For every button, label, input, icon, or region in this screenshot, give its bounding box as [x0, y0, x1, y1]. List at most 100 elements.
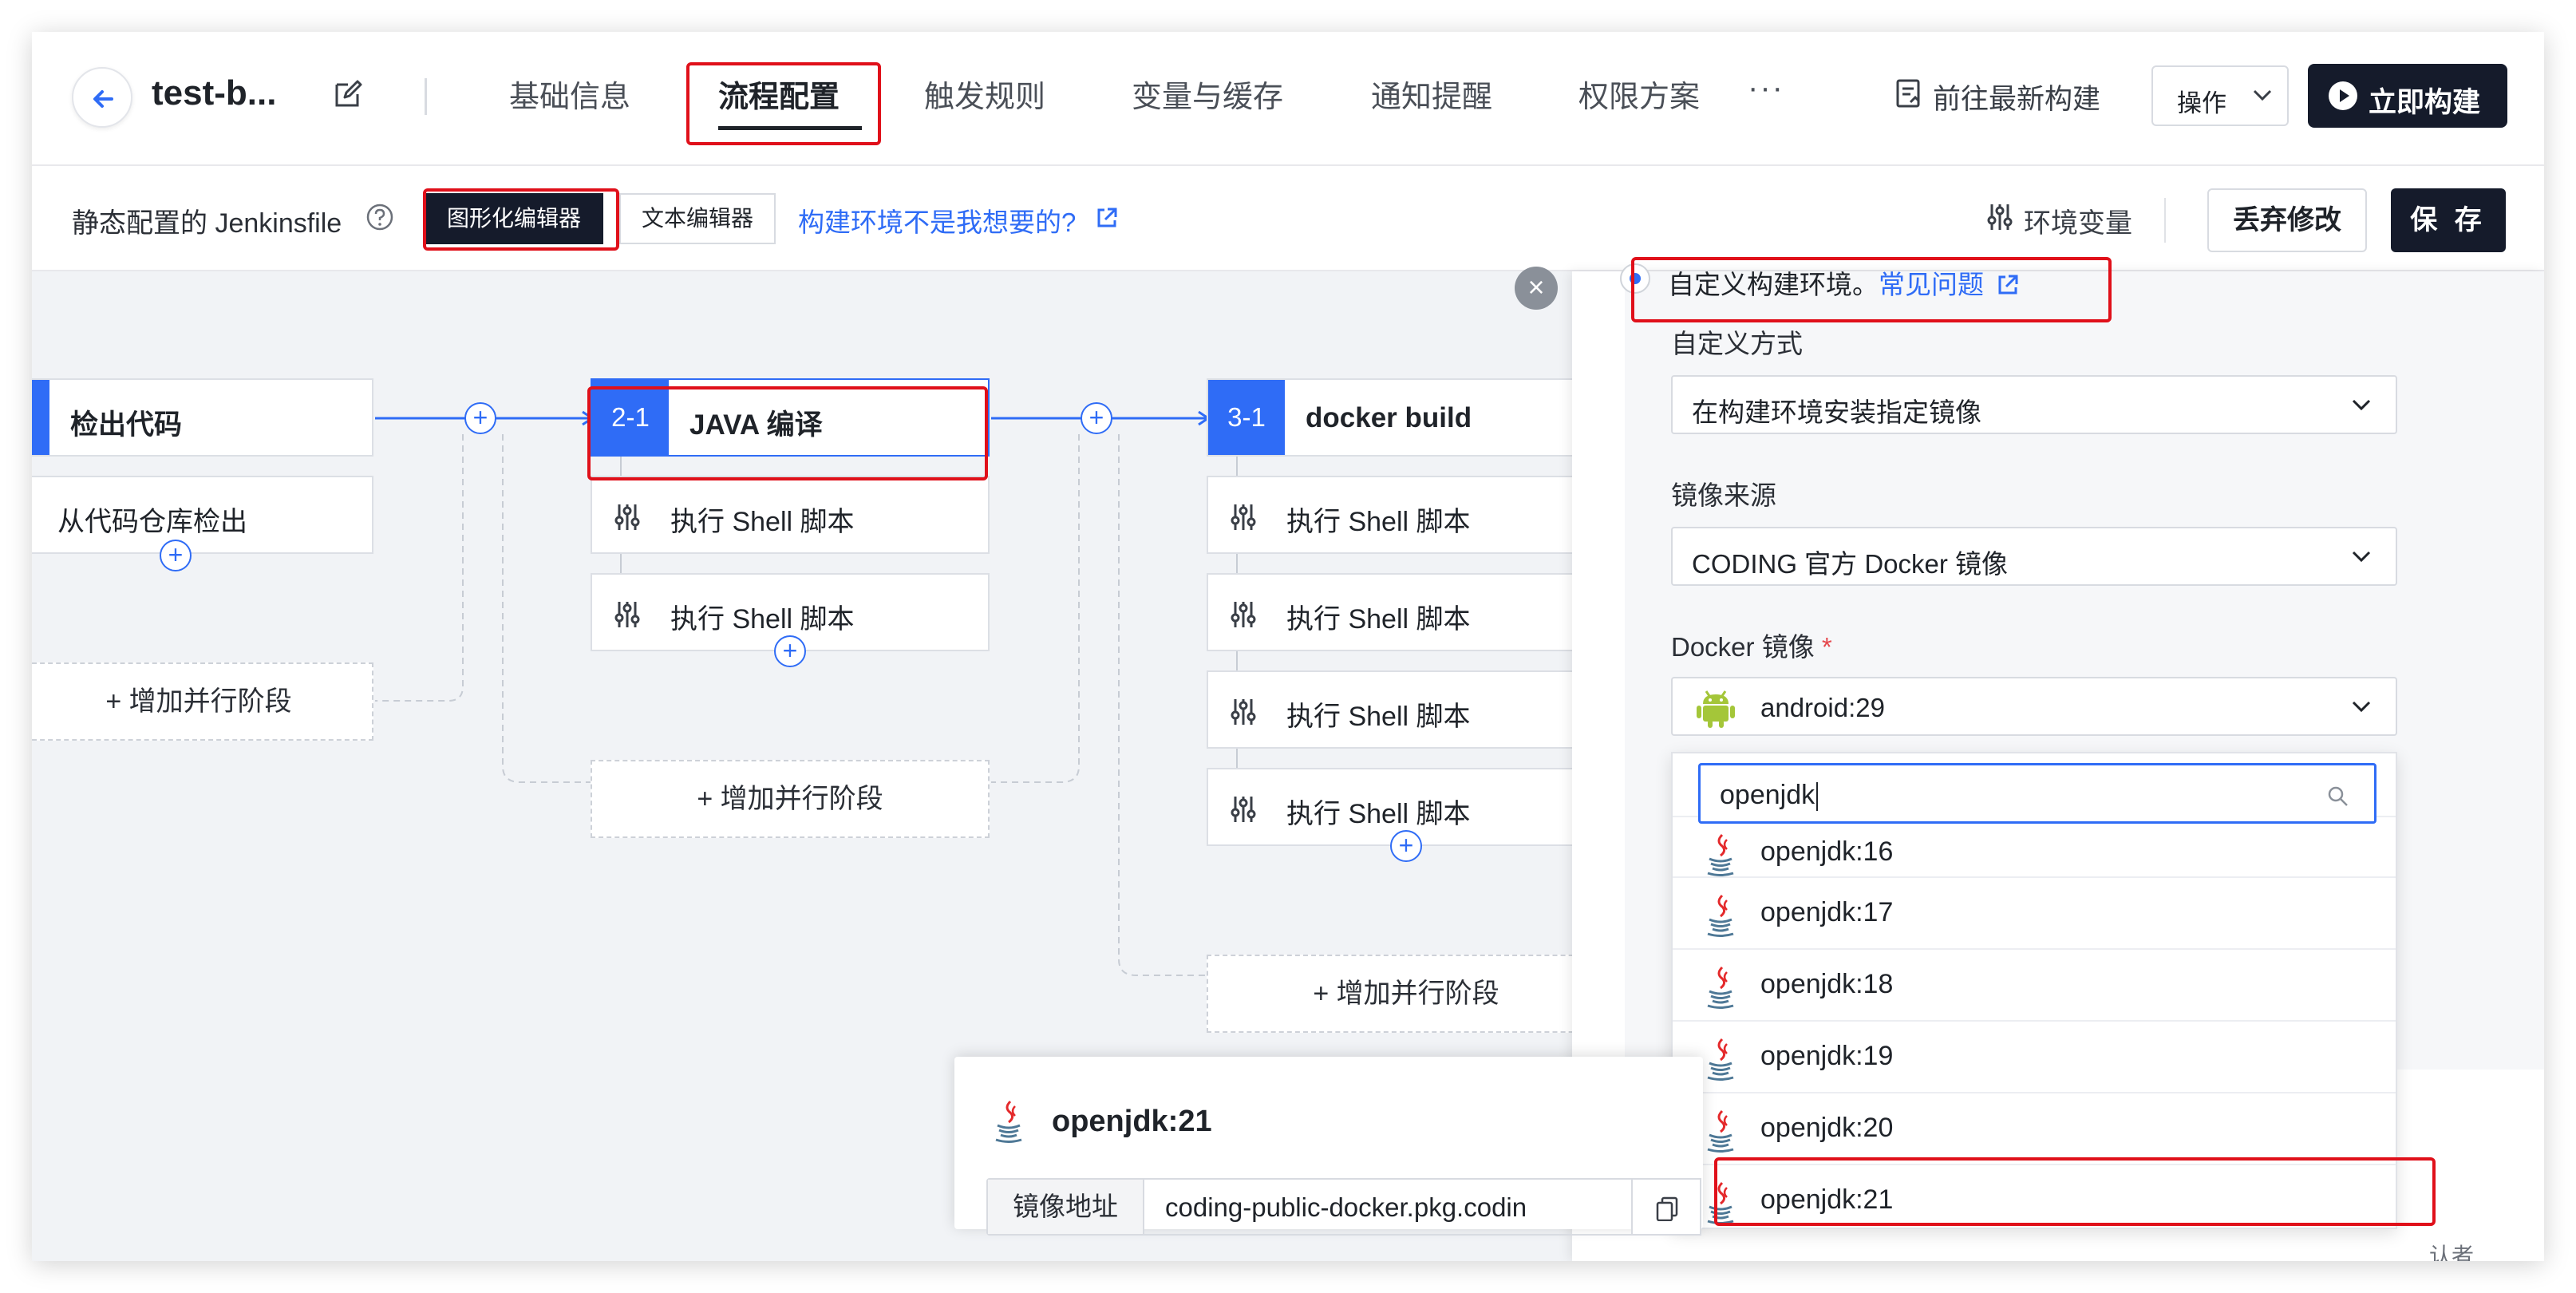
dropdown-option[interactable]: openjdk:19 [1673, 1020, 2396, 1092]
stage-checkout[interactable]: 检出代码 [32, 378, 373, 457]
stage-number: 3-1 [1208, 380, 1285, 455]
sliders-icon [1231, 699, 1256, 725]
external-link-icon[interactable] [1996, 273, 2020, 297]
tab-variables-cache[interactable]: 变量与缓存 [1132, 72, 1283, 116]
header-divider [425, 78, 427, 115]
add-step-button[interactable]: + [160, 540, 192, 571]
java-icon [1707, 894, 1734, 937]
tab-basic-info[interactable]: 基础信息 [509, 72, 630, 116]
operations-label: 操作 [2177, 89, 2226, 117]
search-icon [2328, 786, 2348, 806]
add-stage-button[interactable]: + [464, 402, 496, 434]
option-label: openjdk:17 [1760, 897, 1894, 927]
chevron-down-icon [2253, 89, 2272, 101]
source-select[interactable]: CODING 官方 Docker 镜像 [1671, 527, 2397, 586]
discard-changes-button[interactable]: 丢弃修改 [2207, 188, 2367, 252]
play-icon [2329, 81, 2357, 110]
custom-env-label: 自定义构建环境。常见问题 [1668, 263, 2020, 302]
stage-number: 2-1 [592, 380, 669, 455]
help-icon[interactable] [365, 203, 394, 231]
mode-label: 自定义方式 [1671, 329, 1803, 358]
image-search-input[interactable]: openjdk [1698, 763, 2376, 824]
dropdown-option[interactable]: openjdk:20 [1673, 1092, 2396, 1164]
sliders-icon [1987, 204, 2013, 230]
edit-icon[interactable] [332, 78, 364, 110]
image-address-row: 镜像地址 coding-public-docker.pkg.codin [986, 1178, 1701, 1236]
faq-link[interactable]: 常见问题 [1879, 270, 1984, 299]
dropdown-option-selected[interactable]: openjdk:21 [1673, 1164, 2396, 1228]
run-build-button[interactable]: 立即构建 [2308, 64, 2507, 128]
java-icon [1707, 1109, 1734, 1153]
top-header: test-b... 基础信息 流程配置 触发规则 变量与缓存 通知提醒 权限方案… [32, 32, 2544, 166]
add-step-button[interactable]: + [774, 635, 806, 667]
dropdown-option[interactable]: openjdk:17 [1673, 876, 2396, 948]
build-env-help-link[interactable]: 构建环境不是我想要的? [798, 201, 1117, 239]
search-text: openjdk [1720, 780, 1819, 812]
source-label: 镜像来源 [1671, 480, 1776, 510]
more-tabs-icon[interactable]: ··· [1748, 70, 1784, 106]
java-icon [995, 1100, 1022, 1143]
sliders-icon [614, 504, 640, 530]
step-label: 执行 Shell 脚本 [1286, 799, 1471, 829]
image-label-text: Docker 镜像 [1671, 632, 1815, 662]
close-panel-button[interactable]: × [1515, 267, 1558, 310]
option-label: openjdk:20 [1760, 1113, 1894, 1143]
stage-java-compile[interactable]: 2-1 JAVA 编译 [591, 378, 990, 457]
tab-permissions[interactable]: 权限方案 [1578, 72, 1700, 116]
sliders-icon [1231, 504, 1256, 530]
step-shell-script[interactable]: 执行 Shell 脚本 [1207, 476, 1606, 554]
option-label: openjdk:16 [1760, 836, 1894, 867]
step-label: 执行 Shell 脚本 [1286, 507, 1471, 537]
search-value: openjdk [1720, 780, 1815, 810]
step-shell-script[interactable]: 执行 Shell 脚本 [1207, 670, 1606, 749]
docker-image-dropdown: openjdk:16 openjdk:17 openjdk:18 openjdk… [1671, 752, 2397, 1229]
sliders-icon [1231, 797, 1256, 822]
back-button[interactable] [72, 67, 132, 128]
add-stage-button[interactable]: + [1081, 402, 1112, 434]
chevron-down-icon [2352, 399, 2371, 411]
source-value: CODING 官方 Docker 镜像 [1692, 549, 2009, 579]
document-icon [1896, 79, 1920, 108]
active-tab-indicator [718, 126, 862, 130]
background-text: 认者 [2429, 1244, 2475, 1261]
step-label: 执行 Shell 脚本 [670, 507, 855, 537]
docker-image-value: android:29 [1760, 693, 1885, 722]
static-config-label: 静态配置的 Jenkinsfile [72, 208, 342, 239]
add-parallel-stage-button[interactable]: + 增加并行阶段 [591, 760, 990, 838]
image-label: Docker 镜像 * [1671, 626, 1832, 664]
sliders-icon [1231, 602, 1256, 627]
env-vars-label: 环境变量 [2024, 208, 2132, 239]
operations-dropdown[interactable]: 操作 [2151, 65, 2289, 126]
option-label: openjdk:18 [1760, 969, 1894, 999]
toolbar-divider [2164, 198, 2166, 243]
image-address-value: coding-public-docker.pkg.codin [1165, 1192, 1527, 1222]
step-label: 执行 Shell 脚本 [1286, 702, 1471, 732]
stage-title: docker build [1306, 402, 1472, 433]
editor-toolbar: 静态配置的 Jenkinsfile 图形化编辑器 文本编辑器 构建环境不是我想要… [32, 166, 2544, 271]
save-button[interactable]: 保 存 [2391, 188, 2506, 252]
tab-trigger-rules[interactable]: 触发规则 [924, 72, 1045, 116]
external-link-icon [1097, 208, 1117, 227]
image-address-label: 镜像地址 [988, 1180, 1144, 1234]
tab-pipeline-config[interactable]: 流程配置 [718, 72, 840, 116]
step-shell-script[interactable]: 执行 Shell 脚本 [1207, 573, 1606, 651]
graphical-editor-button[interactable]: 图形化编辑器 [425, 193, 604, 244]
custom-env-radio[interactable] [1620, 263, 1650, 294]
dropdown-option[interactable]: openjdk:18 [1673, 948, 2396, 1020]
goto-latest-build-label: 前往最新构建 [1933, 84, 2101, 115]
step-shell-script[interactable]: 执行 Shell 脚本 [591, 476, 990, 554]
tab-notifications[interactable]: 通知提醒 [1371, 72, 1492, 116]
copy-button[interactable] [1631, 1178, 1701, 1236]
add-parallel-stage-button[interactable]: + 增加并行阶段 [32, 662, 373, 741]
chevron-down-icon [2352, 551, 2371, 563]
text-editor-button[interactable]: 文本编辑器 [619, 193, 776, 244]
mode-value: 在构建环境安装指定镜像 [1692, 397, 1981, 427]
add-parallel-stage-button[interactable]: + 增加并行阶段 [1207, 955, 1606, 1033]
step-checkout-repo[interactable]: 从代码仓库检出 [32, 476, 373, 554]
stage-docker-build[interactable]: 3-1 docker build [1207, 378, 1606, 457]
add-step-button[interactable]: + [1390, 830, 1422, 862]
run-build-label: 立即构建 [2369, 87, 2481, 118]
docker-image-select[interactable]: android:29 [1671, 677, 2397, 736]
chevron-down-icon [2352, 701, 2371, 713]
mode-select[interactable]: 在构建环境安装指定镜像 [1671, 375, 2397, 434]
